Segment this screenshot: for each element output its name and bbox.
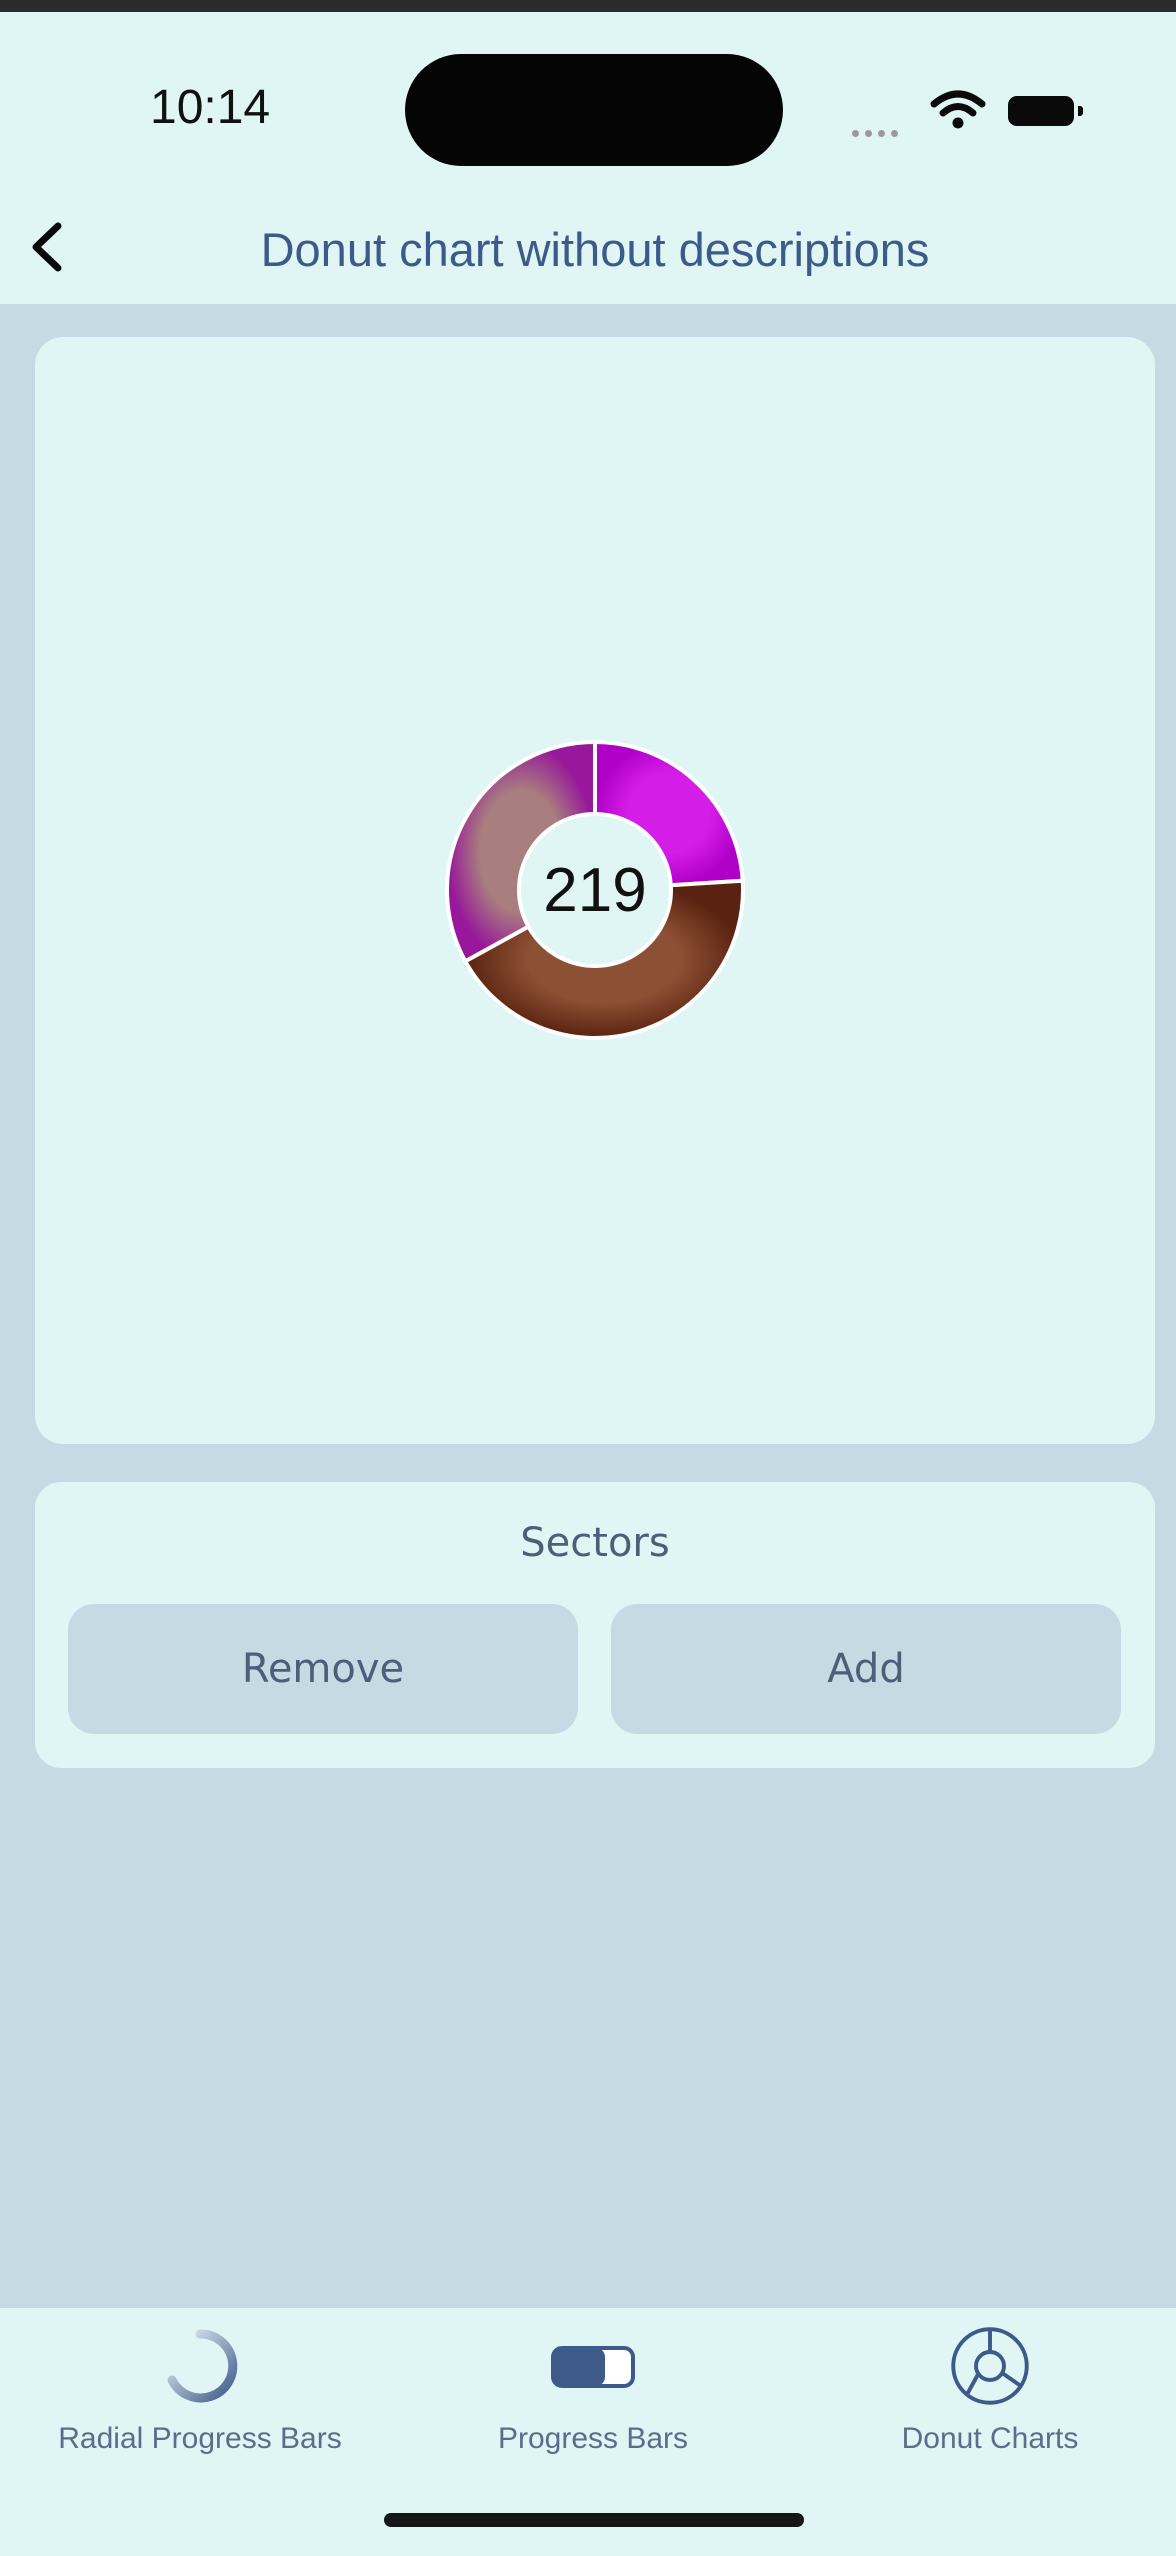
battery-icon — [1008, 96, 1083, 126]
tab-donut-charts[interactable]: Donut Charts — [840, 2324, 1140, 2474]
page-title: Donut chart without descriptions — [260, 223, 930, 276]
tab-radial-label: Radial Progress Bars — [58, 2422, 342, 2455]
dynamic-island — [405, 54, 783, 166]
wifi-icon — [930, 90, 986, 129]
add-sector-button[interactable]: Add — [611, 1604, 1121, 1734]
tab-progress-bars[interactable]: Progress Bars — [420, 2324, 766, 2474]
cellular-signal-icon — [852, 122, 904, 141]
remove-sector-button[interactable]: Remove — [68, 1604, 578, 1734]
progress-bar-icon — [551, 2346, 635, 2388]
radial-progress-icon — [167, 2329, 238, 2403]
status-time: 10:14 — [150, 81, 271, 134]
home-indicator — [384, 2513, 804, 2527]
sectors-controls-card: Sectors Remove Add — [35, 1482, 1155, 1768]
donut-chart: 219 — [445, 739, 745, 1040]
navigation-header: 10:14 Donut chart without descriptions — [0, 12, 1176, 304]
donut-chart-icon — [951, 2327, 1029, 2405]
back-chevron-icon[interactable] — [18, 212, 78, 282]
tab-donut-label: Donut Charts — [901, 2422, 1079, 2455]
tab-radial-progress-bars[interactable]: Radial Progress Bars — [20, 2324, 380, 2474]
tab-progress-label: Progress Bars — [497, 2422, 689, 2455]
window-top-edge — [0, 0, 1176, 12]
sectors-label: Sectors — [520, 1520, 670, 1566]
donut-center-value: 219 — [543, 855, 647, 925]
